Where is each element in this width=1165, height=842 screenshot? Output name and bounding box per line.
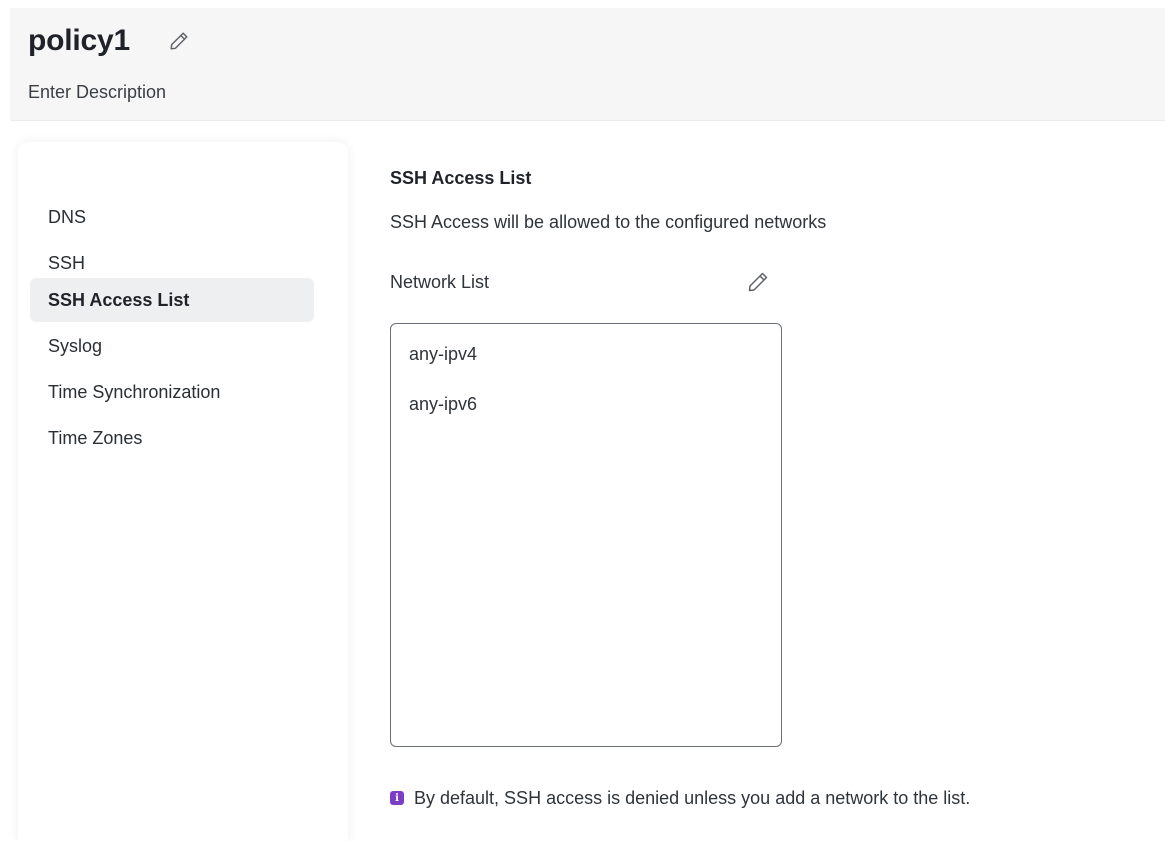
nav-item-dns[interactable]: DNS xyxy=(30,195,314,239)
info-icon: i xyxy=(390,791,404,805)
policy-description[interactable]: Enter Description xyxy=(28,82,166,103)
nav-item-time-synchronization[interactable]: Time Synchronization xyxy=(30,370,314,414)
section-description: SSH Access will be allowed to the config… xyxy=(390,212,827,232)
nav-item-syslog[interactable]: Syslog xyxy=(30,324,314,368)
network-entry: any-ipv6 xyxy=(409,394,478,414)
ssh-access-list-panel: SSH Access List SSH Access will be allow… xyxy=(390,158,1150,838)
section-title: SSH Access List xyxy=(390,168,532,188)
pencil-icon[interactable] xyxy=(746,270,770,294)
network-list-label: Network List xyxy=(390,272,490,292)
policy-header: policy1 Enter Description xyxy=(10,8,1165,121)
policy-title: policy1 xyxy=(28,24,130,57)
nav-item-time-zones[interactable]: Time Zones xyxy=(30,416,314,460)
network-entry: any-ipv4 xyxy=(409,344,478,364)
network-list-box[interactable]: any-ipv4 any-ipv6 xyxy=(390,323,782,747)
info-note: i By default, SSH access is denied unles… xyxy=(390,786,970,810)
nav-item-ssh-access-list[interactable]: SSH Access List xyxy=(30,278,314,322)
policy-editor: policy1 Enter Description DNS SSH SSH Ac… xyxy=(10,8,1165,842)
settings-nav: DNS SSH SSH Access List Syslog Time Sync… xyxy=(18,142,348,842)
info-text: By default, SSH access is denied unless … xyxy=(414,787,971,808)
pencil-icon[interactable] xyxy=(168,30,190,52)
